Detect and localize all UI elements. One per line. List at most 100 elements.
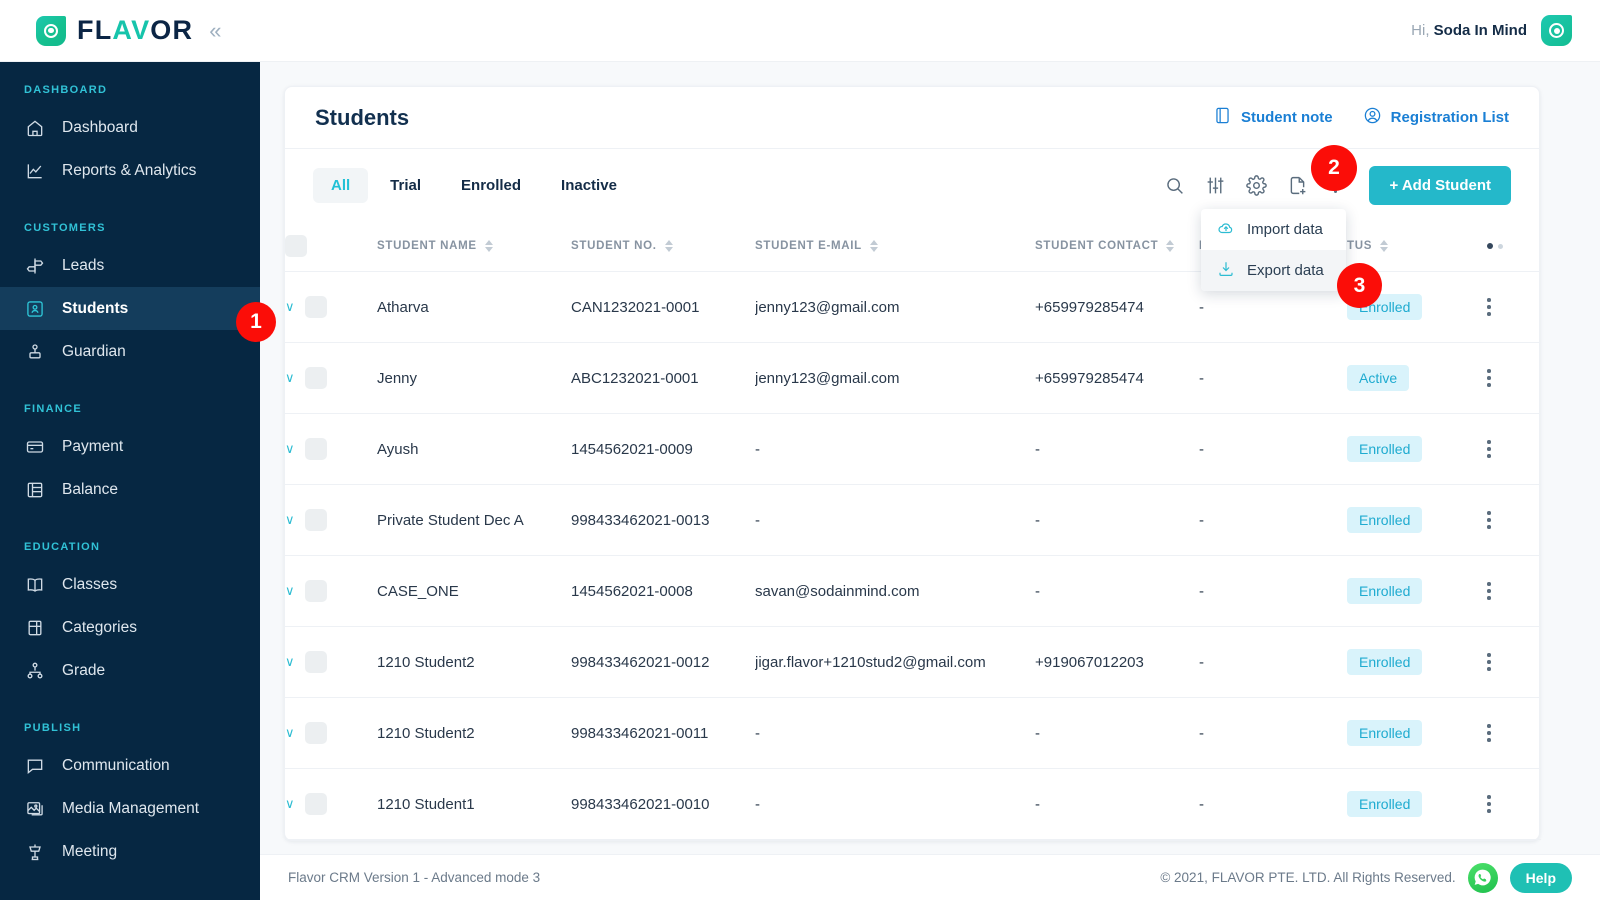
- row-expand-chevron-down-icon[interactable]: ∨: [285, 583, 295, 598]
- row-kebab-menu-icon[interactable]: [1487, 440, 1541, 458]
- row-kebab-menu-icon[interactable]: [1487, 369, 1541, 387]
- export-data-menu-item[interactable]: Export data: [1201, 250, 1346, 291]
- th-student-no[interactable]: STUDENT NO.: [571, 221, 755, 272]
- sidebar-item-communication[interactable]: Communication: [0, 744, 260, 787]
- tab-inactive[interactable]: Inactive: [543, 168, 635, 203]
- user-greeting: Hi, Soda In Mind: [1411, 22, 1527, 39]
- th-student-email[interactable]: STUDENT E-MAIL: [755, 221, 1035, 272]
- annotation-marker-2: 2: [1311, 145, 1357, 191]
- sidebar-item-categories[interactable]: Categories: [0, 606, 260, 649]
- row-kebab-menu-icon[interactable]: [1487, 511, 1541, 529]
- table-row[interactable]: ∨ 1210 Student2 998433462021-0012 jigar.fla…: [285, 626, 1541, 698]
- sidebar-item-media-management[interactable]: Media Management: [0, 787, 260, 830]
- student-card-icon: [24, 298, 46, 320]
- row-checkbox[interactable]: [304, 296, 327, 318]
- row-kebab-menu-icon[interactable]: [1487, 724, 1541, 742]
- whatsapp-icon[interactable]: [1467, 862, 1498, 893]
- row-student-name: 1210 Student2: [377, 626, 571, 698]
- import-data-menu-item[interactable]: Import data: [1201, 209, 1346, 250]
- status-badge: Enrolled: [1347, 720, 1423, 746]
- sidebar-item-reports-analytics[interactable]: Reports & Analytics: [0, 149, 260, 192]
- row-student-no: 998433462021-0013: [571, 484, 755, 556]
- sidebar-item-students[interactable]: Students: [0, 287, 260, 330]
- flavor-logo-icon: [36, 15, 66, 46]
- row-kebab-menu-icon[interactable]: [1487, 582, 1541, 600]
- add-student-button[interactable]: + Add Student: [1369, 165, 1511, 205]
- row-expand-chevron-down-icon[interactable]: ∨: [285, 370, 295, 385]
- row-actions-cell: [1487, 555, 1541, 627]
- row-expand-chevron-down-icon[interactable]: ∨: [285, 299, 295, 314]
- row-select-cell: ∨: [285, 555, 377, 627]
- sort-icon[interactable]: [1380, 240, 1389, 252]
- row-status-cell: Enrolled: [1347, 768, 1487, 840]
- row-student-email: savan@sodainmind.com: [755, 555, 1035, 627]
- sidebar-item-balance[interactable]: Balance: [0, 468, 260, 511]
- row-enrolled-value: -: [1199, 413, 1347, 485]
- row-kebab-menu-icon[interactable]: [1487, 653, 1541, 671]
- registration-list-button[interactable]: Registration List: [1363, 106, 1509, 129]
- row-checkbox[interactable]: [304, 793, 327, 815]
- brand-text-part-3: OR: [150, 15, 194, 45]
- student-note-button[interactable]: Student note: [1213, 106, 1333, 129]
- row-student-name: 1210 Student2: [377, 697, 571, 769]
- row-kebab-menu-icon[interactable]: [1487, 298, 1541, 316]
- annotation-marker-1: 1: [236, 302, 276, 342]
- tab-enrolled[interactable]: Enrolled: [443, 168, 539, 203]
- sidebar-item-label: Meeting: [62, 842, 118, 860]
- row-actions-cell: [1487, 626, 1541, 698]
- table-row[interactable]: ∨ Ayush 1454562021-0009- - - Enrolled: [285, 413, 1541, 485]
- sidebar-item-grade[interactable]: Grade: [0, 649, 260, 692]
- row-enrolled-value: -: [1199, 342, 1347, 414]
- filter-sliders-icon[interactable]: [1205, 175, 1226, 196]
- sidebar-item-classes[interactable]: Classes: [0, 563, 260, 606]
- row-expand-chevron-down-icon[interactable]: ∨: [285, 654, 295, 669]
- row-checkbox[interactable]: [304, 438, 327, 460]
- tab-trial[interactable]: Trial: [372, 168, 439, 203]
- row-expand-chevron-down-icon[interactable]: ∨: [285, 441, 295, 456]
- row-checkbox[interactable]: [304, 509, 327, 531]
- sidebar-item-payment[interactable]: Payment: [0, 425, 260, 468]
- row-checkbox[interactable]: [304, 367, 327, 389]
- row-expand-chevron-down-icon[interactable]: ∨: [285, 725, 295, 740]
- row-expand-chevron-down-icon[interactable]: ∨: [285, 796, 295, 811]
- sidebar-item-leads[interactable]: Leads: [0, 244, 260, 287]
- sort-icon[interactable]: [664, 240, 673, 252]
- sidebar-item-meeting[interactable]: Meeting: [0, 830, 260, 873]
- row-enrolled-value: -: [1199, 484, 1347, 556]
- file-add-icon[interactable]: [1287, 175, 1308, 196]
- sort-icon[interactable]: [484, 240, 493, 252]
- card-header: Students Student note Registration List: [285, 87, 1539, 149]
- row-status-cell: Enrolled: [1347, 555, 1487, 627]
- search-icon[interactable]: [1164, 175, 1185, 196]
- th-student-contact[interactable]: STUDENT CONTACT: [1035, 221, 1199, 272]
- select-all-checkbox[interactable]: [285, 235, 307, 257]
- row-student-contact: -: [1035, 768, 1199, 840]
- row-actions-cell: [1487, 697, 1541, 769]
- row-actions-cell: [1487, 271, 1541, 343]
- sort-icon[interactable]: [1166, 240, 1175, 252]
- sidebar-item-guardian[interactable]: Guardian: [0, 330, 260, 373]
- row-kebab-menu-icon[interactable]: [1487, 795, 1541, 813]
- gear-icon[interactable]: [1246, 174, 1267, 196]
- help-button[interactable]: Help: [1509, 862, 1572, 893]
- row-student-contact: -: [1035, 413, 1199, 485]
- sidebar-collapse-icon[interactable]: «: [209, 19, 221, 42]
- signpost-icon: [24, 255, 46, 277]
- table-row[interactable]: ∨ 1210 Student1 998433462021-0010- - - Enroll…: [285, 768, 1541, 840]
- brand-logo[interactable]: FLAVOR: [0, 15, 193, 46]
- table-row[interactable]: ∨ Private Student Dec A 998433462021-0013-…: [285, 484, 1541, 556]
- row-checkbox[interactable]: [304, 722, 327, 744]
- tab-all[interactable]: All: [313, 167, 369, 203]
- avatar[interactable]: [1541, 15, 1572, 46]
- page-dots-indicator[interactable]: [1487, 243, 1541, 249]
- row-expand-chevron-down-icon[interactable]: ∨: [285, 512, 295, 527]
- sidebar-item-dashboard[interactable]: Dashboard: [0, 106, 260, 149]
- table-row[interactable]: ∨ Jenny ABC1232021-0001 jenny123@gmail.com +…: [285, 342, 1541, 414]
- table-row[interactable]: ∨ 1210 Student2 998433462021-0011- - - Enroll…: [285, 697, 1541, 769]
- annotation-marker-3: 3: [1337, 263, 1382, 308]
- th-student-name[interactable]: STUDENT NAME: [377, 221, 571, 272]
- row-checkbox[interactable]: [304, 580, 327, 602]
- sort-icon[interactable]: [869, 240, 878, 252]
- table-row[interactable]: ∨ CASE_ONE 1454562021-0008 savan@sodainmind…: [285, 555, 1541, 627]
- row-checkbox[interactable]: [304, 651, 327, 673]
